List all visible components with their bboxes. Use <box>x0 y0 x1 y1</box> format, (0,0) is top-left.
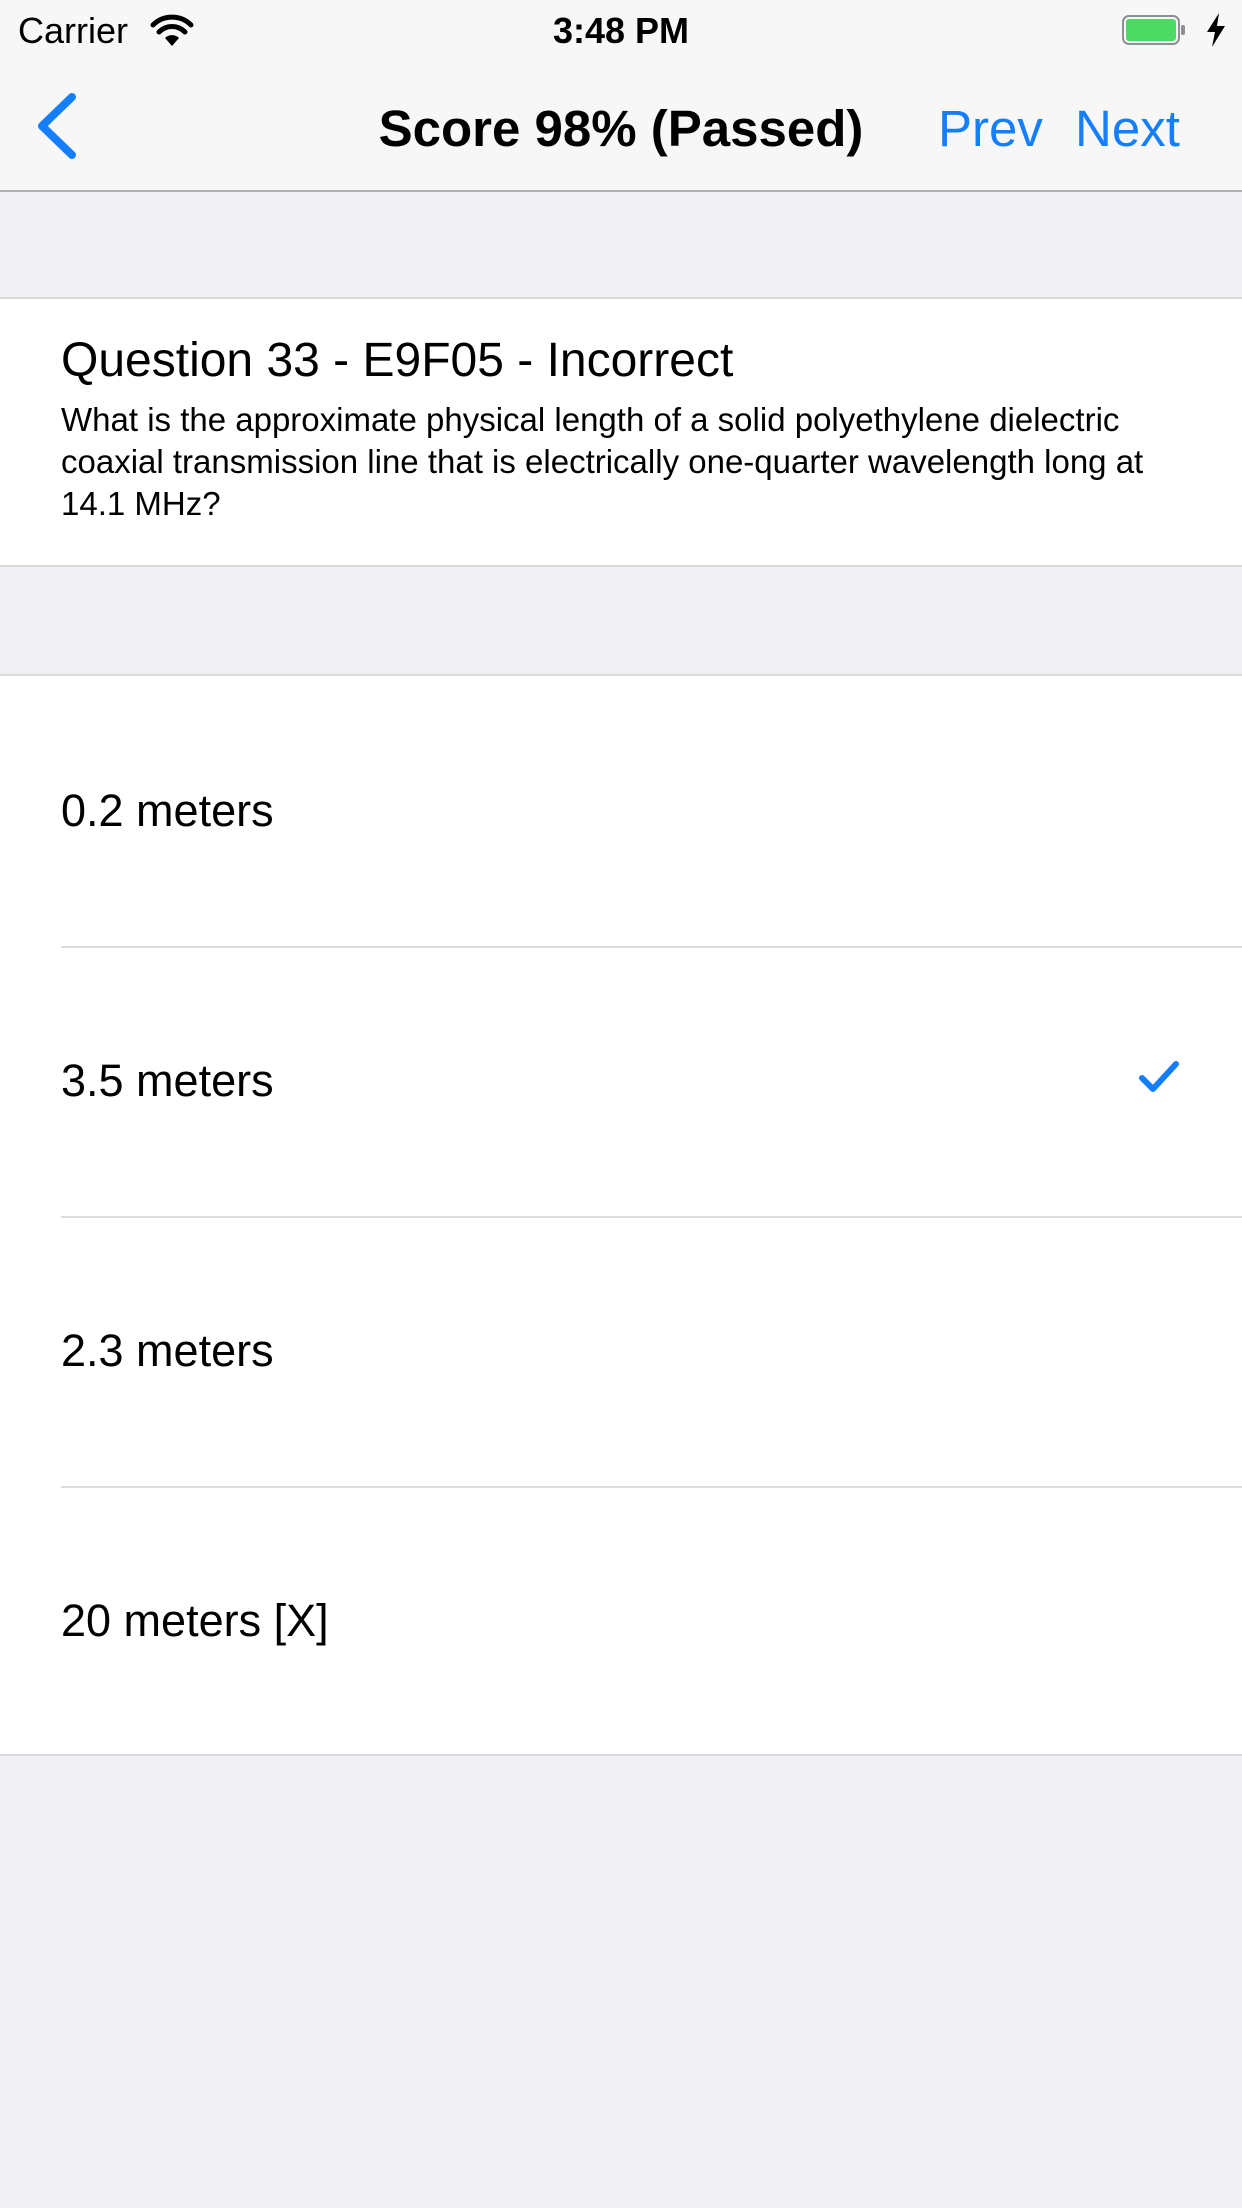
battery-icon <box>1122 15 1185 45</box>
answer-list: 0.2 meters 3.5 meters 2.3 meters 20 mete… <box>0 674 1242 1756</box>
status-bar: Carrier 3:48 PM <box>0 0 1242 60</box>
answer-label: 2.3 meters <box>61 1325 274 1376</box>
answer-label: 0.2 meters <box>61 785 274 836</box>
next-button[interactable]: Next <box>1075 100 1180 158</box>
prev-button[interactable]: Prev <box>938 100 1043 158</box>
answer-option[interactable]: 20 meters [X] <box>0 1486 1242 1756</box>
bolt-icon <box>1207 13 1225 47</box>
question-cell: Question 33 - E9F05 - Incorrect What is … <box>0 297 1242 567</box>
answer-label: 3.5 meters <box>61 1055 274 1106</box>
answer-option[interactable]: 2.3 meters <box>0 1216 1242 1486</box>
question-text: What is the approximate physical length … <box>61 401 1144 522</box>
answer-label: 20 meters [X] <box>61 1595 329 1646</box>
answer-option[interactable]: 0.2 meters <box>0 676 1242 946</box>
question-heading: Question 33 - E9F05 - Incorrect <box>61 334 734 387</box>
checkmark-icon <box>1139 1061 1179 1092</box>
navigation-bar: Score 98% (Passed) Prev Next <box>0 60 1242 192</box>
score-title: Score 98% (Passed) <box>378 100 864 157</box>
status-time: 3:48 PM <box>552 10 690 51</box>
answer-option[interactable]: 3.5 meters <box>0 946 1242 1216</box>
